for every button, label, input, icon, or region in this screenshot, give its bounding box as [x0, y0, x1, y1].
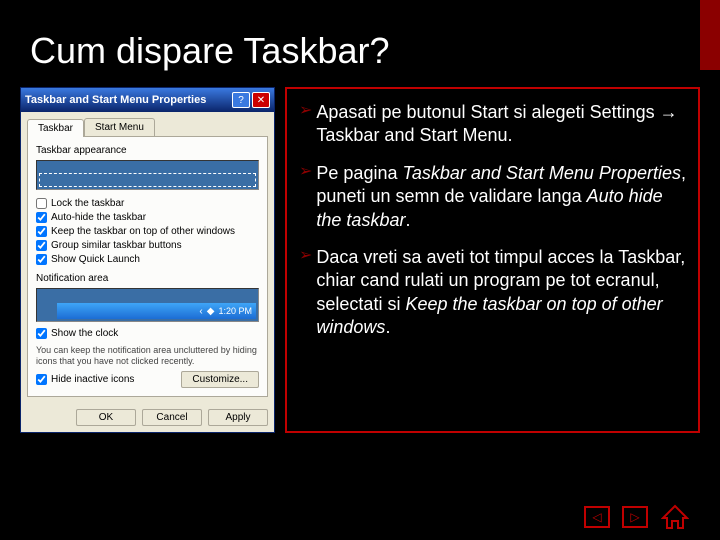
checkbox-hideinactive[interactable]: [36, 374, 47, 385]
dialog-buttons: OK Cancel Apply: [21, 403, 274, 432]
tab-start-menu[interactable]: Start Menu: [84, 118, 155, 136]
bullet-2: ➢ Pe pagina Taskbar and Start Menu Prope…: [299, 162, 686, 232]
check-label: Auto-hide the taskbar: [51, 212, 146, 223]
next-button[interactable]: ▷: [622, 506, 648, 528]
tray-icon: ◆: [207, 306, 215, 317]
ok-button[interactable]: OK: [76, 409, 136, 426]
titlebar-buttons: ? ✕: [232, 92, 270, 108]
customize-row: Hide inactive icons Customize...: [36, 371, 259, 388]
clock-time: 1:20 PM: [218, 306, 252, 316]
preview-dotted: [39, 173, 256, 187]
close-button[interactable]: ✕: [252, 92, 270, 108]
text: Apasati pe butonul Start si alegeti Sett…: [316, 102, 659, 122]
home-icon: [661, 504, 689, 530]
check-label: Lock the taskbar: [51, 198, 124, 209]
apply-button[interactable]: Apply: [208, 409, 268, 426]
check-ontop[interactable]: Keep the taskbar on top of other windows: [36, 226, 259, 237]
check-label: Keep the taskbar on top of other windows: [51, 226, 235, 237]
bullet-text: Daca vreti sa aveti tot timpul acces la …: [316, 246, 686, 340]
bullet-icon: ➢: [299, 246, 312, 340]
check-label: Hide inactive icons: [51, 374, 134, 385]
tab-panel: Taskbar appearance Lock the taskbar Auto…: [27, 136, 268, 397]
check-autohide[interactable]: Auto-hide the taskbar: [36, 212, 259, 223]
text-italic: Taskbar and Start Menu Properties: [402, 163, 680, 183]
check-label: Show the clock: [51, 328, 118, 339]
taskbar-properties-dialog: Taskbar and Start Menu Properties ? ✕ Ta…: [20, 87, 275, 433]
accent-bar: [700, 0, 720, 70]
cancel-button[interactable]: Cancel: [142, 409, 202, 426]
window-title: Taskbar and Start Menu Properties: [25, 94, 206, 106]
text: .: [385, 317, 390, 337]
instruction-panel: ➢ Apasati pe butonul Start si alegeti Se…: [285, 87, 700, 433]
bullet-3: ➢ Daca vreti sa aveti tot timpul acces l…: [299, 246, 686, 340]
titlebar: Taskbar and Start Menu Properties ? ✕: [21, 88, 274, 112]
checkbox-showclock[interactable]: [36, 328, 47, 339]
hint-text: You can keep the notification area unclu…: [36, 345, 259, 367]
appearance-label: Taskbar appearance: [36, 145, 259, 156]
content-row: Taskbar and Start Menu Properties ? ✕ Ta…: [0, 87, 720, 433]
prev-button[interactable]: ◁: [584, 506, 610, 528]
text: .: [405, 210, 410, 230]
check-label: Group similar taskbar buttons: [51, 240, 182, 251]
check-quicklaunch[interactable]: Show Quick Launch: [36, 254, 259, 265]
bullet-text: Pe pagina Taskbar and Start Menu Propert…: [316, 162, 686, 232]
chevron-left-icon: ‹: [199, 306, 202, 317]
taskbar-preview: [36, 160, 259, 190]
check-group[interactable]: Group similar taskbar buttons: [36, 240, 259, 251]
check-label: Show Quick Launch: [51, 254, 140, 265]
notification-preview: ‹ ◆ 1:20 PM: [36, 288, 259, 322]
text: Pe pagina: [316, 163, 402, 183]
bullet-1: ➢ Apasati pe butonul Start si alegeti Se…: [299, 101, 686, 148]
check-hideinactive[interactable]: Hide inactive icons: [36, 374, 134, 385]
bullet-icon: ➢: [299, 162, 312, 232]
notification-label: Notification area: [36, 273, 259, 284]
text: Taskbar and Start Menu.: [316, 125, 512, 145]
tabstrip: Taskbar Start Menu: [21, 112, 274, 136]
customize-button[interactable]: Customize...: [181, 371, 259, 388]
next-icon: ▷: [630, 510, 639, 524]
bullet-icon: ➢: [299, 101, 312, 148]
checkbox-group[interactable]: [36, 240, 47, 251]
notif-bar: ‹ ◆ 1:20 PM: [57, 303, 256, 319]
arrow-icon: →: [660, 102, 678, 122]
prev-icon: ◁: [592, 510, 601, 524]
tab-taskbar[interactable]: Taskbar: [27, 119, 84, 137]
check-lock-taskbar[interactable]: Lock the taskbar: [36, 198, 259, 209]
bullet-text: Apasati pe butonul Start si alegeti Sett…: [316, 101, 686, 148]
help-button[interactable]: ?: [232, 92, 250, 108]
nav-controls: ◁ ▷: [584, 504, 690, 530]
checkbox-quicklaunch[interactable]: [36, 254, 47, 265]
checkbox-autohide[interactable]: [36, 212, 47, 223]
check-showclock[interactable]: Show the clock: [36, 328, 259, 339]
checkbox-ontop[interactable]: [36, 226, 47, 237]
slide-title: Cum dispare Taskbar?: [0, 0, 720, 87]
checkbox-lock[interactable]: [36, 198, 47, 209]
home-button[interactable]: [660, 504, 690, 530]
